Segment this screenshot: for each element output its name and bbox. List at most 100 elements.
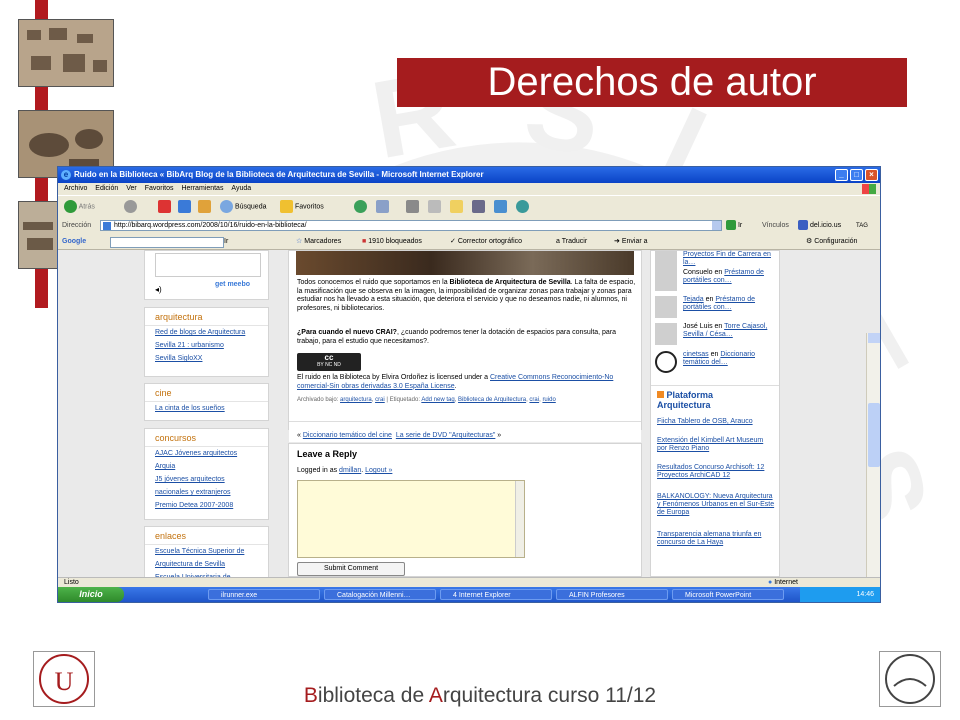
menu-archivo[interactable]: Archivo [64, 185, 87, 192]
bookmarks-menu[interactable]: ☆ Marcadores [296, 234, 341, 249]
menu-ayuda[interactable]: Ayuda [231, 185, 251, 192]
system-tray: 14:46 [800, 587, 880, 602]
google-search-input[interactable] [110, 237, 224, 248]
platform-item[interactable]: BALKANOLOGY: Nueva Arquitectura y Fenóme… [657, 493, 775, 517]
tag-link[interactable]: Biblioteca de Arquitectura [458, 397, 526, 403]
next-post-link[interactable]: La serie de DVD "Arquitecturas" [396, 432, 496, 439]
sidebar-link[interactable]: La cinta de los sueños [155, 405, 225, 412]
tag-button[interactable]: TAG [856, 218, 868, 234]
taskbar-item[interactable]: ilrunner.exe [208, 589, 320, 600]
search-button[interactable]: Búsqueda [220, 200, 266, 214]
meebo-logo[interactable]: get meebo [215, 281, 250, 288]
close-button[interactable]: × [865, 169, 878, 181]
platform-title[interactable]: Plataforma Arquitectura [657, 390, 767, 410]
google-go-button[interactable]: Ir [224, 234, 228, 249]
meebo-input[interactable] [155, 253, 261, 277]
comment-textarea[interactable] [297, 480, 525, 558]
sidebar-link[interactable]: Premio Detea 2007-2008 [155, 502, 233, 509]
send-to-button[interactable]: ➜ Enviar a [614, 234, 648, 249]
submit-comment-button[interactable]: Submit Comment [297, 562, 405, 576]
menu-edicion[interactable]: Edición [95, 185, 118, 192]
favorites-button[interactable]: Favoritos [280, 200, 324, 214]
ie-icon: e [61, 170, 71, 180]
start-button[interactable]: Inicio [58, 587, 124, 602]
research-button[interactable] [472, 200, 485, 214]
platform-item[interactable]: Extensión del Kimbell Art Museum por Ren… [657, 437, 775, 453]
category-link[interactable]: crai [375, 397, 385, 403]
links-label[interactable]: Vínculos [762, 218, 789, 234]
prev-post-link[interactable]: Diccionario temático del cine [303, 432, 392, 439]
model-photo-3 [18, 201, 58, 269]
back-arrow-icon [64, 200, 77, 213]
recent-comment: Tejada en Préstamo de portátiles con… [655, 296, 777, 322]
messenger-icon [494, 200, 507, 213]
comment-link[interactable]: Proyectos Fin de Carrera en la… [683, 251, 771, 266]
edit-icon [428, 200, 441, 213]
discuss-icon [516, 200, 529, 213]
edit-button[interactable] [428, 200, 441, 214]
category-link[interactable]: arquitectura [340, 397, 372, 403]
platform-item[interactable]: Fiicha Tablero de OSB, Arauco [657, 418, 775, 426]
post-navigation: « Diccionario temático del cine La serie… [289, 421, 641, 442]
sidebar-link[interactable]: Arquitectura de Sevilla [155, 561, 225, 568]
sidebar-link[interactable]: J5 jóvenes arquitectos [155, 476, 225, 483]
home-button[interactable] [198, 200, 211, 214]
discuss-button[interactable] [516, 200, 529, 214]
spellcheck-button[interactable]: ✓ Corrector ortográfico [450, 234, 522, 249]
window-title: Ruido en la Biblioteca « BibArq Blog de … [74, 170, 484, 179]
textarea-scrollbar[interactable] [515, 481, 524, 557]
taskbar-item[interactable]: Catalogación Millenni… [324, 589, 436, 600]
sidebar-link[interactable]: AJAC Jóvenes arquitectos [155, 450, 237, 457]
menu-herramientas[interactable]: Herramientas [181, 185, 223, 192]
maximize-button[interactable]: □ [850, 169, 863, 181]
translate-button[interactable]: a Traducir [556, 234, 587, 249]
sidebar-link[interactable]: Arquia [155, 463, 175, 470]
go-button[interactable]: Ir [726, 218, 742, 234]
folder-button[interactable] [450, 200, 463, 214]
menu-favoritos[interactable]: Favoritos [145, 185, 174, 192]
gear-icon: ⚙ [806, 238, 813, 245]
minimize-button[interactable]: _ [835, 169, 848, 181]
clock: 14:46 [856, 591, 874, 598]
tag-link[interactable]: Add new tag [421, 397, 454, 403]
logout-link[interactable]: Logout » [365, 467, 392, 474]
user-link[interactable]: dmillan [339, 467, 361, 474]
platform-item[interactable]: Resultados Concurso Archisoft: 12 Proyec… [657, 464, 775, 480]
sidebar-link[interactable]: Escuela Técnica Superior de [155, 548, 244, 555]
cc-license-badge[interactable]: cc BY NC ND [297, 353, 361, 371]
popup-blocker[interactable]: ■ 1910 bloqueados [362, 234, 422, 249]
sound-icon[interactable]: ◂) [155, 285, 162, 294]
taskbar-item[interactable]: Microsoft PowerPoint [672, 589, 784, 600]
sidebar-link[interactable]: Red de blogs de Arquitectura [155, 329, 245, 336]
google-settings[interactable]: ⚙ Configuración [806, 234, 857, 249]
menu-ver[interactable]: Ver [126, 185, 137, 192]
taskbar-item[interactable]: 4 Internet Explorer [440, 589, 552, 600]
scroll-thumb[interactable] [868, 403, 880, 467]
messenger-button[interactable] [494, 200, 507, 214]
stop-button[interactable] [158, 200, 171, 214]
page-scrollbar[interactable] [866, 333, 880, 602]
globe-icon: ● [768, 579, 773, 586]
forward-button[interactable] [124, 200, 137, 214]
scroll-up-icon[interactable] [868, 333, 880, 343]
tag-link[interactable]: crai [529, 397, 539, 403]
tag-link[interactable]: ruido [542, 397, 555, 403]
sidebar-link[interactable]: Sevilla SigloXX [155, 355, 202, 362]
sidebar-link[interactable]: Sevilla 21 : urbanismo [155, 342, 224, 349]
post-meta: Archivado bajo: arquitectura, crai | Eti… [297, 397, 556, 403]
history-button[interactable] [354, 200, 367, 214]
slide-footer: Biblioteca de Arquitectura curso 11/12 [303, 684, 657, 707]
taskbar-item[interactable]: ALFIN Profesores [556, 589, 668, 600]
refresh-button[interactable] [178, 200, 191, 214]
address-input[interactable]: http://bibarq.wordpress.com/2008/10/16/r… [100, 220, 722, 231]
print-button[interactable] [406, 200, 419, 214]
back-button[interactable]: Atrás [64, 200, 95, 214]
address-dropdown-icon[interactable] [712, 221, 721, 230]
sidebar-link[interactable]: nacionales y extranjeros [155, 489, 231, 496]
mail-icon [376, 200, 389, 213]
mail-button[interactable] [376, 200, 389, 214]
section-concursos: concursos AJAC Jóvenes arquitectos Arqui… [144, 428, 269, 520]
logged-in-text: Logged in as dmillan. Logout » [297, 467, 393, 474]
platform-item[interactable]: Transparencia alemana triunfa en concurs… [657, 531, 775, 547]
delicious-button[interactable]: del.icio.us [798, 218, 841, 234]
